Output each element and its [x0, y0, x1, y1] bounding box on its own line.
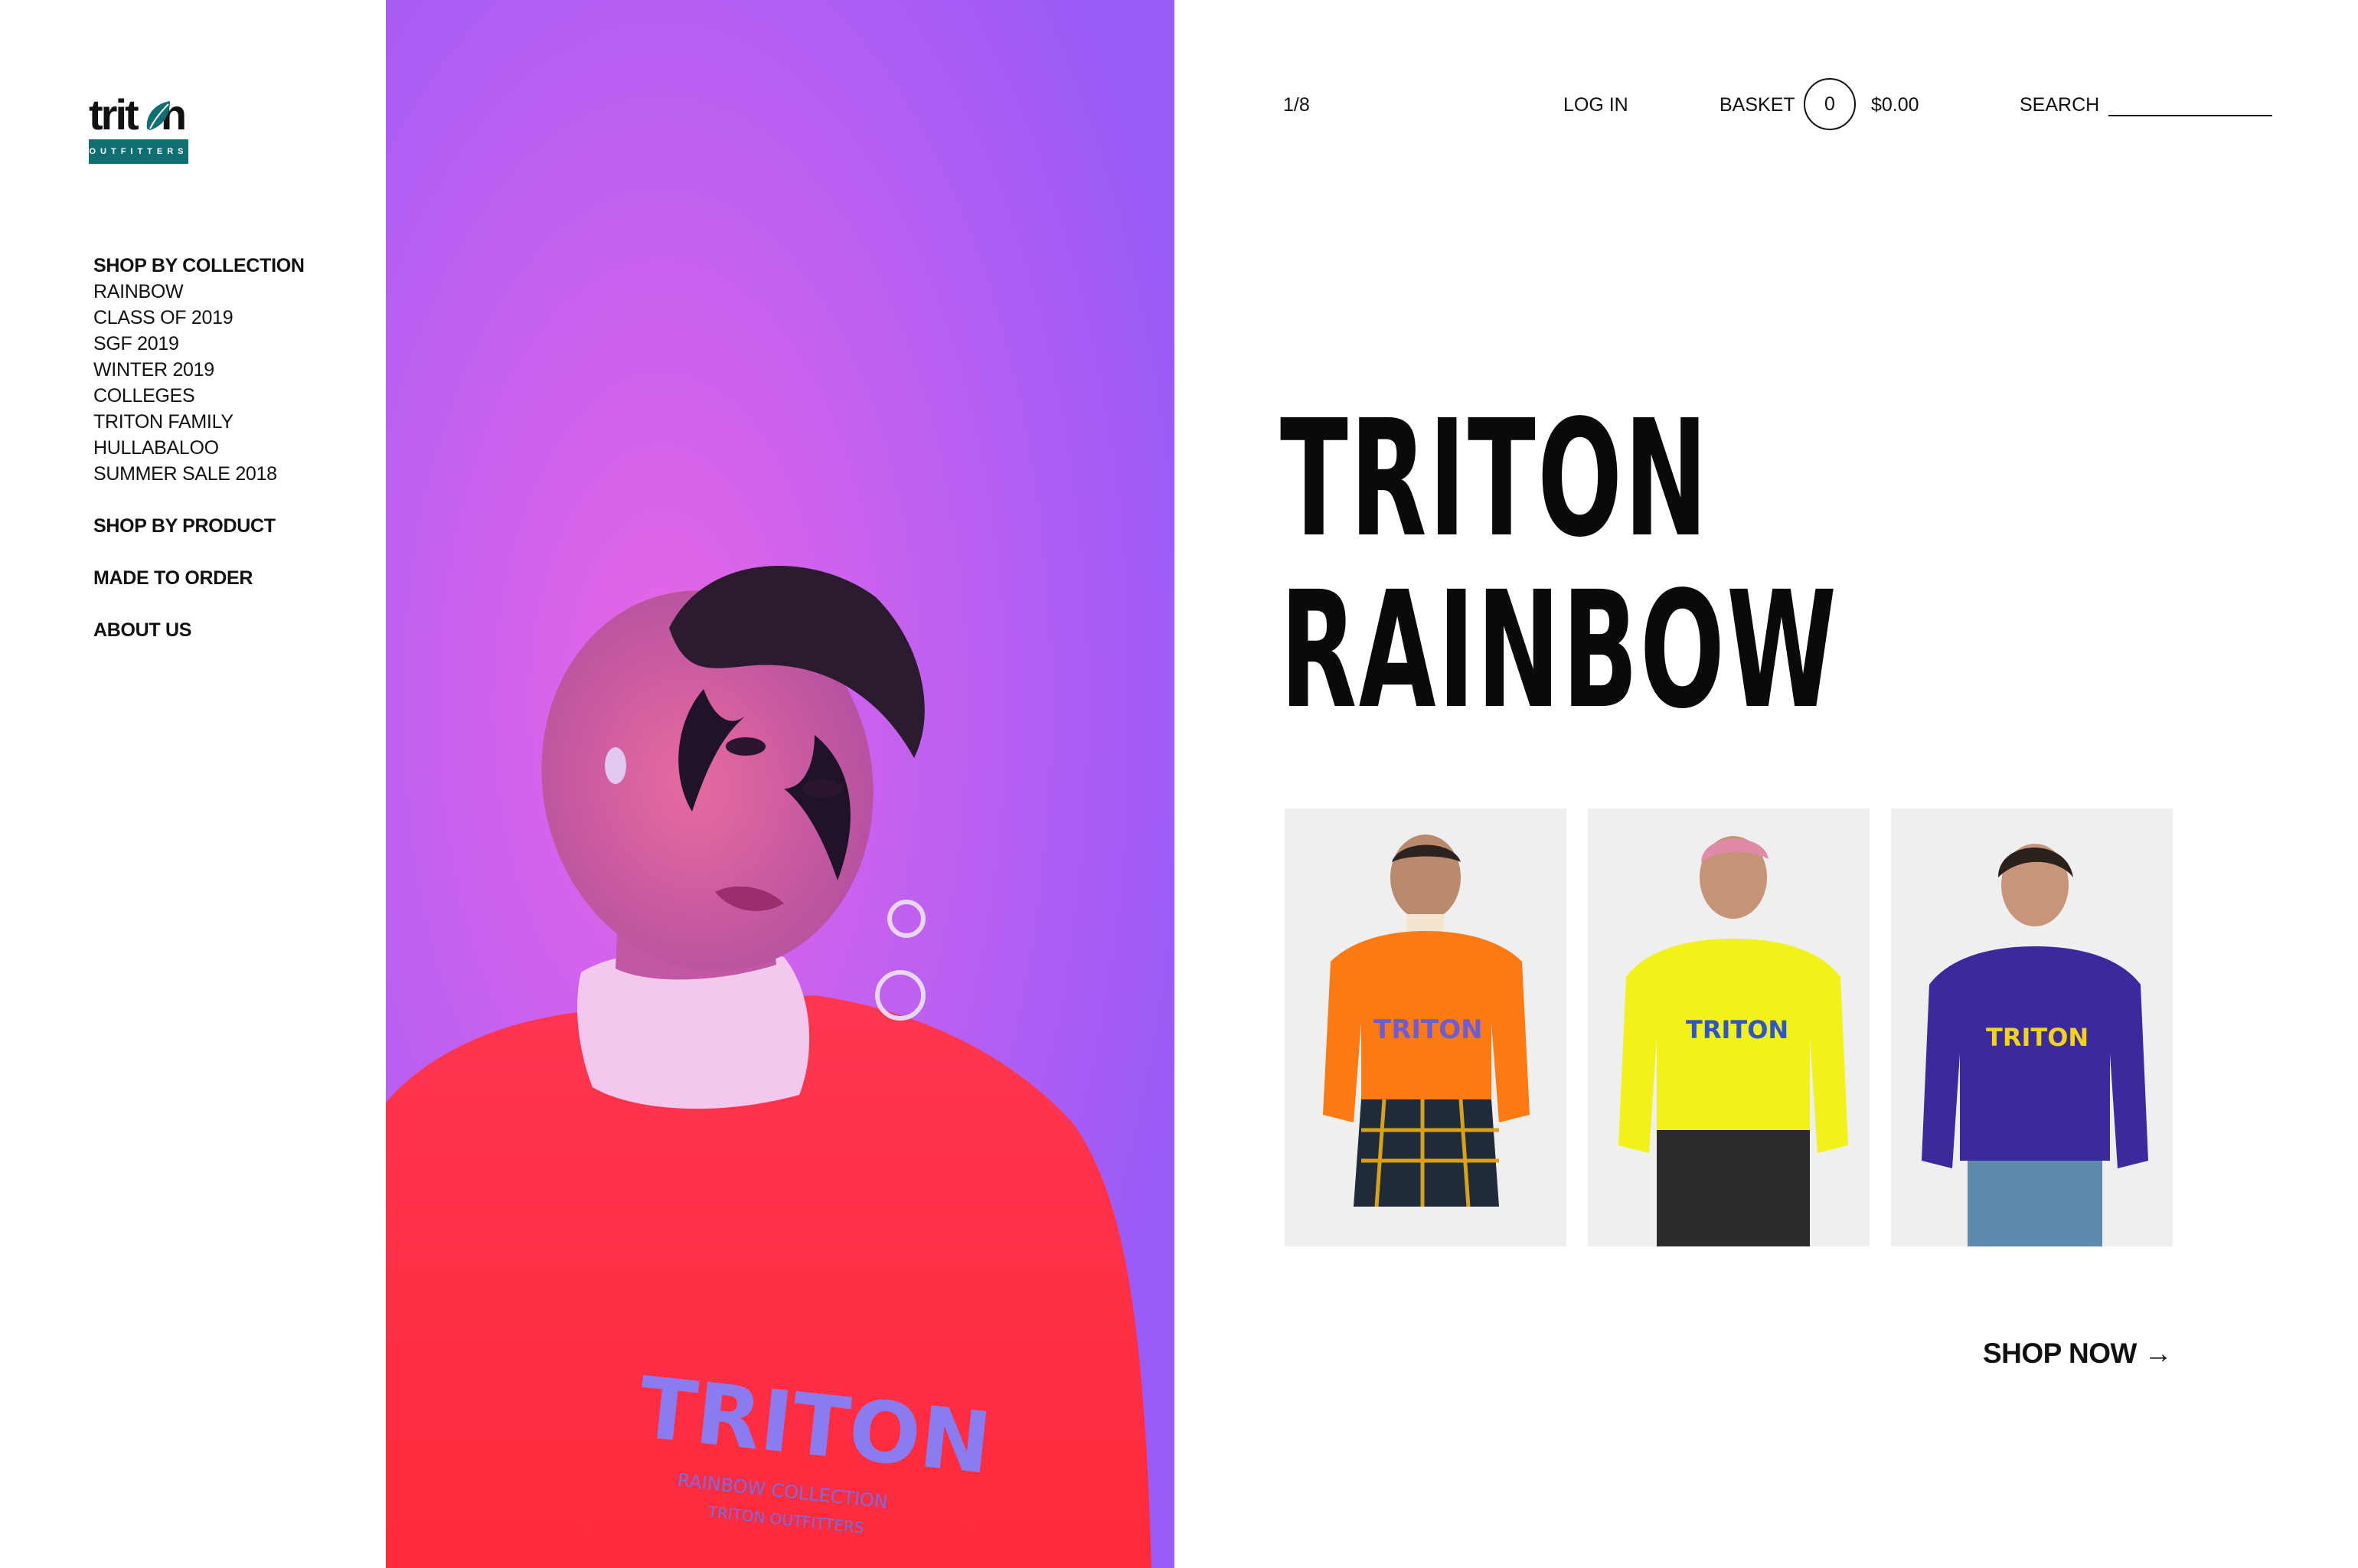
sidebar: triton OUTFITTERS SHOP BY COLLECTION RAI… [0, 0, 386, 1568]
leaf-icon [146, 101, 170, 130]
nav-item-winter-2019[interactable]: WINTER 2019 [93, 357, 377, 383]
thumbnail-print: TRITON [1686, 1015, 1788, 1044]
purple-sweatshirt-model-icon: TRITON [1891, 808, 2173, 1246]
orange-sweatshirt-model-icon: TRITON [1285, 808, 1566, 1246]
search-label[interactable]: SEARCH [2020, 93, 2099, 116]
nav-group-about: ABOUT US [93, 617, 377, 643]
nav-item-summer-sale-2018[interactable]: SUMMER SALE 2018 [93, 461, 377, 487]
nav-group-collection: SHOP BY COLLECTION RAINBOW CLASS OF 2019… [93, 253, 377, 487]
collection-title-line-2: RAINBOW [1280, 557, 1839, 744]
nav-item-sgf-2019[interactable]: SGF 2019 [93, 331, 377, 357]
slide-counter: 1/8 [1283, 94, 1310, 116]
nav-heading-about-us[interactable]: ABOUT US [93, 617, 377, 643]
search-input[interactable] [2108, 89, 2272, 116]
nav-heading-shop-by-product[interactable]: SHOP BY PRODUCT [93, 513, 377, 539]
nav-item-triton-family[interactable]: TRITON FAMILY [93, 409, 377, 435]
thumbnail-print: TRITON [1986, 1023, 2089, 1052]
sidebar-nav: SHOP BY COLLECTION RAINBOW CLASS OF 2019… [93, 253, 377, 669]
hero-image: TRITON RAINBOW COLLECTION TRITON OUTFITT… [386, 0, 1174, 1568]
brand-logo[interactable]: triton OUTFITTERS [89, 92, 191, 165]
product-thumbnail-purple[interactable]: TRITON [1891, 808, 2173, 1246]
basket-link[interactable]: BASKET [1720, 93, 1795, 116]
nav-group-product: SHOP BY PRODUCT [93, 513, 377, 539]
nav-item-rainbow[interactable]: RAINBOW [93, 279, 377, 305]
collection-title-line-1: TRITON [1280, 385, 1710, 573]
collection-title: TRITON RAINBOW [1280, 385, 1839, 744]
login-link[interactable]: LOG IN [1563, 93, 1628, 116]
shop-now-button[interactable]: SHOP NOW → [1983, 1337, 2173, 1370]
nav-item-class-of-2019[interactable]: CLASS OF 2019 [93, 305, 377, 331]
yellow-sweatshirt-model-icon: TRITON [1588, 808, 1870, 1246]
nav-group-made-to-order: MADE TO ORDER [93, 565, 377, 591]
top-bar: 1/8 LOG IN BASKET 0 $0.00 SEARCH [1174, 0, 2358, 153]
nav-item-hullabaloo[interactable]: HULLABALOO [93, 435, 377, 461]
basket-total: $0.00 [1871, 94, 1919, 116]
brand-tagline: OUTFITTERS [89, 139, 188, 164]
model-portrait-icon: TRITON RAINBOW COLLECTION TRITON OUTFITT… [386, 0, 1174, 1568]
product-thumbnail-yellow[interactable]: TRITON [1588, 808, 1870, 1246]
product-thumbnail-orange[interactable]: TRITON [1285, 808, 1566, 1246]
nav-heading-shop-by-collection[interactable]: SHOP BY COLLECTION [93, 253, 377, 279]
nav-heading-made-to-order[interactable]: MADE TO ORDER [93, 565, 377, 591]
basket-count-badge[interactable]: 0 [1804, 78, 1856, 130]
thumbnail-print: TRITON [1373, 1014, 1483, 1045]
nav-item-colleges[interactable]: COLLEGES [93, 383, 377, 409]
